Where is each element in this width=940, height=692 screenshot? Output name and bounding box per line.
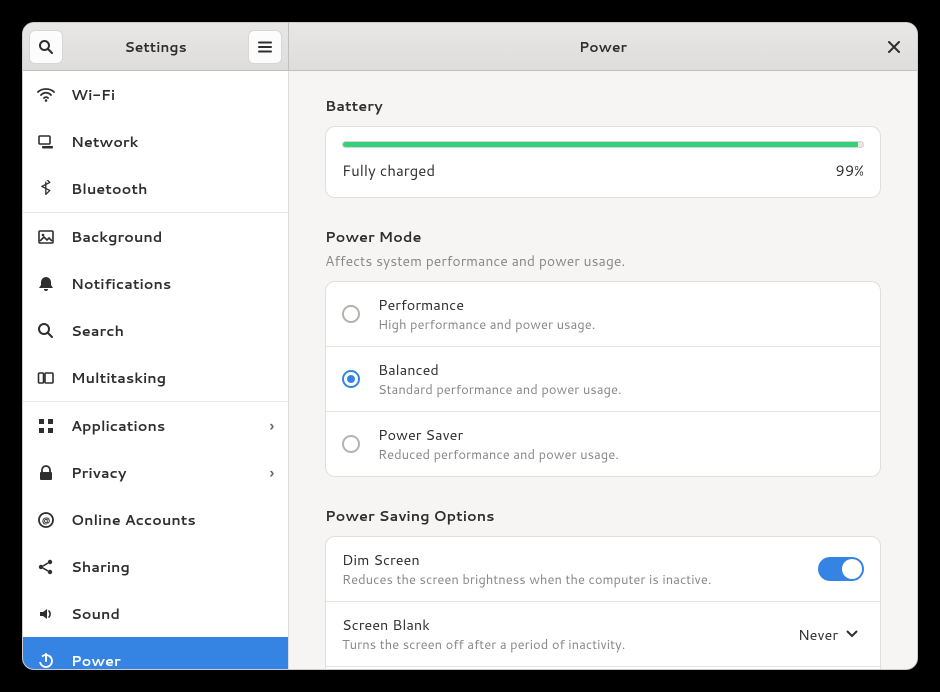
- dim-screen-title: Dim Screen: [342, 549, 800, 570]
- battery-percent: 99%: [835, 160, 864, 181]
- screen-blank-text: Screen Blank Turns the screen off after …: [342, 614, 780, 654]
- sidebar-item-label: Notifications: [71, 273, 171, 294]
- sidebar-item-bluetooth[interactable]: Bluetooth: [23, 165, 288, 212]
- sidebar-item-notifications[interactable]: Notifications: [23, 260, 288, 307]
- content-area[interactable]: Battery Fully charged 99% Power Mode Aff…: [289, 71, 917, 669]
- power-mode-balanced[interactable]: Balanced Standard performance and power …: [326, 346, 880, 411]
- screen-blank-title: Screen Blank: [342, 614, 780, 635]
- dim-screen-text: Dim Screen Reduces the screen brightness…: [342, 549, 800, 589]
- background-icon: [37, 228, 55, 246]
- power-mode-heading: Power Mode: [325, 226, 881, 247]
- battery-status-row: Fully charged 99%: [342, 160, 864, 181]
- screen-blank-select[interactable]: Never: [798, 624, 864, 645]
- sidebar-item-power[interactable]: Power: [23, 637, 288, 669]
- titlebar-right: Power: [289, 23, 917, 70]
- screen-blank-value: Never: [798, 624, 838, 645]
- sidebar-item-multitasking[interactable]: Multitasking: [23, 354, 288, 401]
- dim-screen-toggle[interactable]: [818, 557, 864, 581]
- sidebar-item-label: Bluetooth: [71, 178, 148, 199]
- sidebar-item-applications[interactable]: Applications ›: [23, 402, 288, 449]
- radio-icon: [342, 435, 360, 453]
- page-title: Power: [289, 37, 917, 57]
- sidebar-item-label: Wi-Fi: [71, 84, 115, 105]
- applications-icon: [37, 417, 55, 435]
- power-mode-text: Performance High performance and power u…: [378, 294, 595, 334]
- sidebar-item-label: Sound: [71, 603, 120, 624]
- power-mode-power-saver[interactable]: Power Saver Reduced performance and powe…: [326, 411, 880, 476]
- battery-progress: [342, 141, 864, 148]
- sidebar-item-online-accounts[interactable]: @ Online Accounts: [23, 496, 288, 543]
- chevron-right-icon: ›: [270, 415, 274, 436]
- sidebar-item-wifi[interactable]: Wi-Fi: [23, 71, 288, 118]
- sidebar-item-label: Online Accounts: [71, 509, 196, 530]
- power-mode-performance[interactable]: Performance High performance and power u…: [326, 282, 880, 346]
- sidebar-item-label: Network: [71, 131, 138, 152]
- sidebar[interactable]: Wi-Fi Network Bluetooth Background Notif…: [23, 71, 289, 669]
- power-mode-card: Performance High performance and power u…: [325, 281, 881, 477]
- radio-icon: [342, 305, 360, 323]
- online-accounts-icon: @: [37, 511, 55, 529]
- sidebar-item-label: Applications: [71, 415, 165, 436]
- multitasking-icon: [37, 369, 55, 387]
- sidebar-item-label: Power: [71, 650, 121, 669]
- sound-icon: [37, 605, 55, 623]
- screen-blank-sub: Turns the screen off after a period of i…: [342, 636, 780, 654]
- sidebar-item-label: Privacy: [71, 462, 126, 483]
- power-mode-text: Balanced Standard performance and power …: [378, 359, 622, 399]
- power-mode-text: Power Saver Reduced performance and powe…: [378, 424, 619, 464]
- sidebar-item-search[interactable]: Search: [23, 307, 288, 354]
- chevron-right-icon: ›: [270, 462, 274, 483]
- sidebar-item-sharing[interactable]: Sharing: [23, 543, 288, 590]
- close-button[interactable]: [885, 38, 903, 56]
- sidebar-item-label: Multitasking: [71, 367, 166, 388]
- battery-progress-fill: [343, 142, 858, 147]
- sidebar-title: Settings: [63, 37, 248, 57]
- titlebar: Settings Power: [23, 23, 917, 71]
- power-mode-sub: Affects system performance and power usa…: [325, 251, 881, 271]
- sidebar-item-privacy[interactable]: Privacy ›: [23, 449, 288, 496]
- power-saving-card: Dim Screen Reduces the screen brightness…: [325, 536, 881, 669]
- sharing-icon: [37, 558, 55, 576]
- sidebar-item-label: Search: [71, 320, 124, 341]
- notifications-icon: [37, 275, 55, 293]
- wifi-icon: [37, 86, 55, 104]
- power-mode-desc: Reduced performance and power usage.: [378, 446, 619, 464]
- battery-status: Fully charged: [342, 160, 435, 181]
- auto-power-saver-row: Automatic Power Saver Enables power save…: [326, 666, 880, 669]
- window-body: Wi-Fi Network Bluetooth Background Notif…: [23, 71, 917, 669]
- search-icon: [38, 39, 54, 55]
- menu-button[interactable]: [248, 30, 282, 64]
- privacy-icon: [37, 464, 55, 482]
- search-settings-icon: [37, 322, 55, 340]
- screen-blank-row: Screen Blank Turns the screen off after …: [326, 601, 880, 666]
- network-icon: [37, 133, 55, 151]
- chevron-down-icon: [846, 630, 858, 638]
- power-saving-heading: Power Saving Options: [325, 505, 881, 526]
- close-icon: [888, 41, 900, 53]
- sidebar-item-label: Background: [71, 226, 162, 247]
- titlebar-left: Settings: [23, 23, 289, 70]
- power-mode-desc: Standard performance and power usage.: [378, 381, 622, 399]
- battery-card: Fully charged 99%: [325, 126, 881, 198]
- power-icon: [37, 652, 55, 670]
- hamburger-icon: [257, 39, 273, 55]
- settings-window: Settings Power Wi-Fi Netw: [22, 22, 918, 670]
- radio-icon: [342, 370, 360, 388]
- power-mode-desc: High performance and power usage.: [378, 316, 595, 334]
- sidebar-item-network[interactable]: Network: [23, 118, 288, 165]
- battery-heading: Battery: [325, 95, 881, 116]
- dim-screen-sub: Reduces the screen brightness when the c…: [342, 571, 800, 589]
- power-mode-title: Balanced: [378, 359, 622, 380]
- power-mode-title: Performance: [378, 294, 595, 315]
- power-mode-title: Power Saver: [378, 424, 619, 445]
- bluetooth-icon: [37, 180, 55, 198]
- sidebar-item-label: Sharing: [71, 556, 130, 577]
- dim-screen-row: Dim Screen Reduces the screen brightness…: [326, 537, 880, 601]
- sidebar-item-sound[interactable]: Sound: [23, 590, 288, 637]
- svg-text:@: @: [42, 514, 50, 526]
- sidebar-item-background[interactable]: Background: [23, 213, 288, 260]
- search-button[interactable]: [29, 30, 63, 64]
